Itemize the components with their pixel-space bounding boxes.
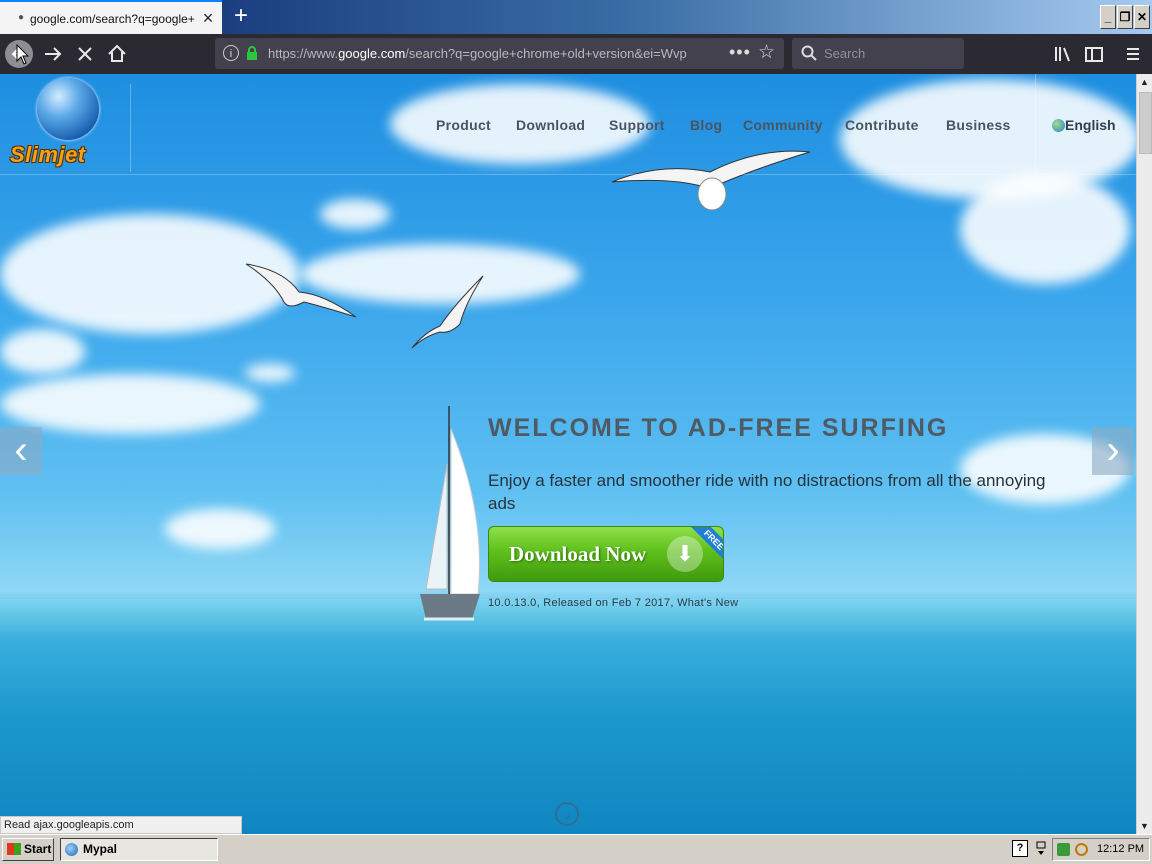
mouse-pointer-icon [16,44,30,65]
cloud [245,364,295,382]
site-info-icon[interactable]: i [223,45,239,61]
seagull-icon [411,275,484,349]
menu-support[interactable]: Support [609,117,665,133]
start-button[interactable]: Start [2,838,54,861]
search-icon [801,45,817,61]
menu-business[interactable]: Business [946,117,1011,133]
start-label: Start [24,842,52,856]
sea [0,599,1136,834]
download-now-label: Download Now [509,542,647,566]
sailboat-image [420,406,480,621]
search-box[interactable]: Search [792,38,964,69]
page-actions-icon[interactable]: ••• [729,42,751,63]
next-slide-chevron-icon[interactable]: › [1092,427,1134,475]
keyboard-layout-icon[interactable] [1036,840,1046,858]
taskbar: Start Mypal 12:12 PM [0,834,1152,864]
menu-product[interactable]: Product [436,117,491,133]
menu-community[interactable]: Community [743,117,823,133]
system-tray: 12:12 PM [1052,838,1150,861]
tab-title: google.com/search?q=google+chr [30,12,195,26]
vertical-scrollbar[interactable]: ▲ ▼ [1136,74,1152,834]
help-icon[interactable]: ? [1012,840,1028,857]
url-prefix: https://www. [268,46,339,61]
language-label: English [1065,117,1116,133]
cloud [960,174,1130,284]
restore-button[interactable]: ❐ [1117,5,1133,29]
scroll-down-arrow-icon[interactable]: ▼ [1137,818,1152,834]
url-text: https://www.google.com/search?q=google+c… [268,46,698,61]
language-selector[interactable]: English [1052,117,1116,133]
hero-headline: WELCOME TO AD-FREE SURFING [488,414,949,442]
minimize-button[interactable]: _ [1100,5,1116,29]
scroll-up-arrow-icon[interactable]: ▲ [1137,74,1152,90]
header-divider [130,84,131,172]
download-arrow-icon: ⬇ [667,536,703,572]
clock[interactable]: 12:12 PM [1097,839,1144,860]
cloud [165,509,275,549]
menu-download[interactable]: Download [516,117,585,133]
hero-subline: Enjoy a faster and smoother ride with no… [488,471,1046,513]
windows-logo-icon [7,843,21,855]
cloud [320,199,390,229]
bookmark-star-icon[interactable]: ☆ [758,41,775,64]
slimjet-globe-logo[interactable] [37,78,99,140]
scrollbar-thumb[interactable] [1139,92,1152,154]
network-tray-icon[interactable] [1057,843,1070,856]
home-icon[interactable] [104,41,130,67]
scroll-down-chevron-icon[interactable]: ⌄ [555,802,579,826]
url-bar[interactable]: i https://www.google.com/search?q=google… [215,38,784,69]
cloud [0,374,260,434]
tab-strip: ● google.com/search?q=google+chr × + _ ❐… [0,0,1152,34]
site-header: Slimjet Product Download Support Blog Co… [0,74,1136,175]
download-now-button[interactable]: Download Now ⬇ FREE [488,526,724,582]
tab-active[interactable]: ● google.com/search?q=google+chr × [0,0,222,34]
new-tab-plus-icon[interactable]: + [229,3,253,29]
lock-icon [247,46,257,60]
stop-loading-icon[interactable] [72,41,98,67]
search-tray-icon[interactable] [1075,843,1088,856]
close-window-button[interactable]: ✕ [1134,5,1150,29]
search-placeholder: Search [824,46,866,61]
library-icon[interactable] [1050,41,1076,67]
previous-slide-chevron-icon[interactable]: ‹ [0,427,42,475]
status-bar: Read ajax.googleapis.com [0,816,242,834]
taskbar-window-mypal[interactable]: Mypal [60,838,218,861]
menu-blog[interactable]: Blog [690,117,722,133]
seagull-icon [245,263,357,318]
cloud [0,329,85,374]
tab-loading-dot-icon: ● [18,12,25,23]
taskbar-window-label: Mypal [83,842,118,856]
header-divider [1035,74,1036,174]
menu-contribute[interactable]: Contribute [845,117,919,133]
version-info[interactable]: 10.0.13.0, Released on Feb 7 2017, What'… [488,597,738,609]
globe-icon [1052,119,1065,132]
url-path: /search?q=google+chrome+old+version&ei=W… [405,46,687,61]
hamburger-menu-icon[interactable] [1120,41,1146,67]
tab-close-icon[interactable]: × [198,8,218,28]
forward-arrow-icon[interactable] [40,41,66,67]
sidebar-icon[interactable] [1081,41,1107,67]
navigation-toolbar: i https://www.google.com/search?q=google… [0,34,1152,74]
mypal-app-icon [65,843,78,856]
url-domain: google.com [338,46,406,61]
web-page: Slimjet Product Download Support Blog Co… [0,74,1136,834]
site-logo[interactable]: Slimjet [10,142,86,168]
